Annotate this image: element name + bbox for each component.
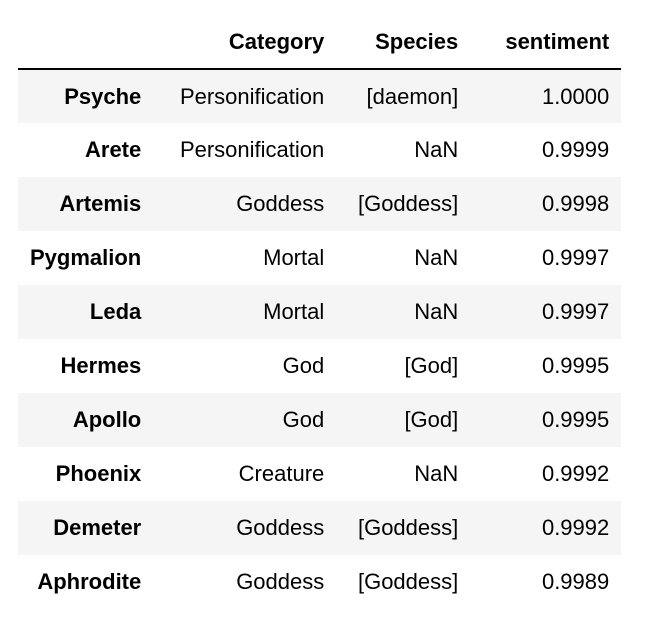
- row-index: Pygmalion: [30, 245, 142, 271]
- sentiment-cell: 0.9995: [541, 353, 610, 379]
- row-index: Phoenix: [55, 461, 142, 487]
- category-cell: Personification: [179, 83, 325, 109]
- table-row: Arete Personification NaN 0.9999: [18, 123, 621, 177]
- species-cell: NaN: [414, 299, 459, 325]
- species-cell: [Goddess]: [357, 569, 459, 595]
- row-index: Demeter: [53, 515, 142, 541]
- row-index: Leda: [89, 299, 142, 325]
- category-cell: Mortal: [263, 245, 325, 271]
- species-cell: [Goddess]: [357, 191, 459, 217]
- table-row: Artemis Goddess [Goddess] 0.9998: [18, 177, 622, 231]
- category-cell: God: [282, 407, 325, 433]
- species-cell: NaN: [414, 461, 459, 487]
- table-row: Phoenix Creature NaN 0.9992: [18, 447, 621, 501]
- species-cell: NaN: [414, 245, 459, 271]
- table-row: Leda Mortal NaN 0.9997: [18, 285, 622, 339]
- sentiment-cell: 0.9998: [541, 191, 610, 217]
- table-header: Category Species sentiment: [18, 16, 622, 70]
- table-body: Psyche Personification [daemon] 1.0000 A…: [18, 69, 622, 609]
- dataframe-table: Category Species sentiment Psyche Person…: [18, 16, 622, 609]
- header-sentiment: sentiment: [470, 16, 622, 70]
- dataframe-container: Category Species sentiment Psyche Person…: [18, 16, 622, 609]
- header-row: Category Species sentiment: [18, 16, 622, 70]
- sentiment-cell: 0.9992: [541, 461, 610, 487]
- table-row: Aphrodite Goddess [Goddess] 0.9989: [18, 555, 621, 609]
- species-cell: [daemon]: [366, 83, 459, 109]
- header-species: Species: [336, 16, 471, 70]
- table-row: Psyche Personification [daemon] 1.0000: [18, 69, 622, 123]
- header-category: Category: [153, 16, 337, 70]
- table-row: Demeter Goddess [Goddess] 0.9992: [18, 501, 622, 555]
- category-cell: Goddess: [236, 569, 325, 595]
- sentiment-cell: 0.9997: [541, 299, 610, 325]
- species-cell: [God]: [404, 353, 459, 379]
- species-cell: [God]: [404, 407, 459, 433]
- species-cell: [Goddess]: [357, 515, 459, 541]
- sentiment-cell: 0.9995: [541, 407, 610, 433]
- category-cell: Mortal: [263, 299, 325, 325]
- row-index: Psyche: [64, 83, 142, 109]
- sentiment-cell: 0.9989: [541, 569, 610, 595]
- row-index: Artemis: [59, 191, 142, 217]
- row-index: Arete: [85, 137, 142, 163]
- header-index: [18, 16, 154, 70]
- category-cell: God: [282, 353, 325, 379]
- species-cell: NaN: [414, 137, 459, 163]
- row-index: Aphrodite: [37, 569, 142, 595]
- category-cell: Personification: [179, 137, 325, 163]
- row-index: Apollo: [72, 407, 142, 433]
- table-row: Apollo God [God] 0.9995: [18, 393, 622, 447]
- sentiment-cell: 0.9999: [541, 137, 610, 163]
- table-row: Hermes God [God] 0.9995: [18, 339, 621, 393]
- category-cell: Creature: [238, 461, 325, 487]
- category-cell: Goddess: [236, 515, 325, 541]
- sentiment-cell: 1.0000: [541, 83, 610, 109]
- category-cell: Goddess: [236, 191, 325, 217]
- table-row: Pygmalion Mortal NaN 0.9997: [18, 231, 621, 285]
- sentiment-cell: 0.9997: [541, 245, 610, 271]
- row-index: Hermes: [60, 353, 142, 379]
- sentiment-cell: 0.9992: [541, 515, 610, 541]
